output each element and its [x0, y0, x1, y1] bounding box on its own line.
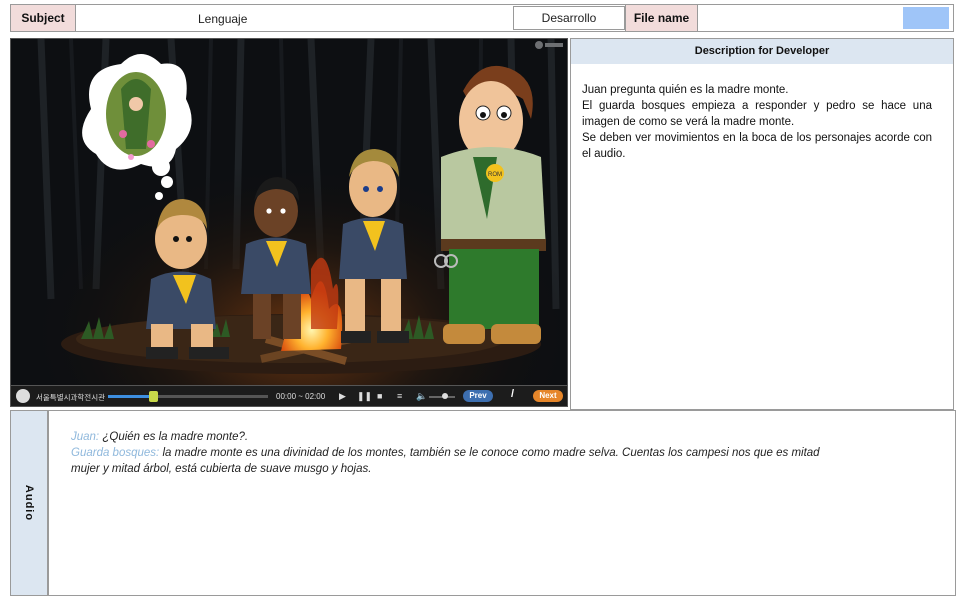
- line-text-juan: ¿Quién es la madre monte?.: [102, 431, 249, 443]
- time-display: 00:00 ~ 02:00: [276, 392, 326, 401]
- pause-button[interactable]: ❚❚: [357, 392, 372, 401]
- speaker-guarda-bosques: Guarda bosques:: [71, 447, 160, 459]
- audio-line-juan: Juan: ¿Quién es la madre monte?.: [71, 429, 831, 445]
- volume-handle[interactable]: [441, 393, 448, 399]
- subject-field[interactable]: Lenguaje Desarrollo: [75, 4, 627, 32]
- file-color-swatch: [903, 7, 949, 29]
- subject-label: Subject: [10, 4, 76, 32]
- stage-field[interactable]: Desarrollo: [513, 6, 625, 30]
- subject-value: Lenguaje: [198, 12, 248, 26]
- menu-button[interactable]: ≡: [397, 392, 402, 401]
- play-button[interactable]: ▶: [339, 392, 346, 401]
- speaker-juan: Juan:: [71, 431, 100, 443]
- progress-handle[interactable]: [148, 391, 158, 402]
- description-line: El guarda bosques empieza a responder y …: [582, 100, 932, 128]
- progress-fill: [108, 395, 153, 398]
- institution-logo-icon: [16, 389, 30, 403]
- scene-illustration: ROM: [10, 38, 568, 386]
- player-control-bar: 서울특별시과학전시관 00:00 ~ 02:00 ▶ ❚❚ ■ ≡ 🔈 Prev…: [10, 386, 568, 407]
- page-separator: /: [511, 388, 515, 400]
- progress-track[interactable]: [108, 391, 268, 402]
- volume-slider[interactable]: [429, 393, 455, 399]
- volume-icon[interactable]: 🔈: [416, 392, 427, 401]
- ranger-badge: ROM: [488, 172, 502, 178]
- stop-button[interactable]: ■: [377, 392, 382, 401]
- audio-script-panel: Juan: ¿Quién es la madre monte?. Guarda …: [48, 410, 956, 596]
- audio-label: Audio: [23, 484, 35, 522]
- description-title: Description for Developer: [570, 38, 954, 65]
- audio-line-guarda: Guarda bosques: la madre monte es una di…: [71, 445, 831, 477]
- audio-label-cell: Audio: [10, 410, 48, 596]
- next-button[interactable]: Next: [533, 390, 563, 402]
- description-line: Juan pregunta quién es la madre monte.: [582, 84, 789, 96]
- file-name-label: File name: [625, 4, 698, 32]
- prev-button[interactable]: Prev: [463, 390, 493, 402]
- audio-script: Juan: ¿Quién es la madre monte?. Guarda …: [71, 429, 831, 477]
- description-line: Se deben ver movimientos en la boca de l…: [582, 132, 932, 160]
- description-text: Juan pregunta quién es la madre monte. E…: [582, 82, 932, 162]
- description-panel: Juan pregunta quién es la madre monte. E…: [570, 64, 954, 410]
- institution-name: 서울특별시과학전시관: [36, 393, 105, 402]
- line-text-guarda-bosques: la madre monte es una divinidad de los m…: [71, 447, 820, 475]
- file-name-field[interactable]: [697, 4, 954, 32]
